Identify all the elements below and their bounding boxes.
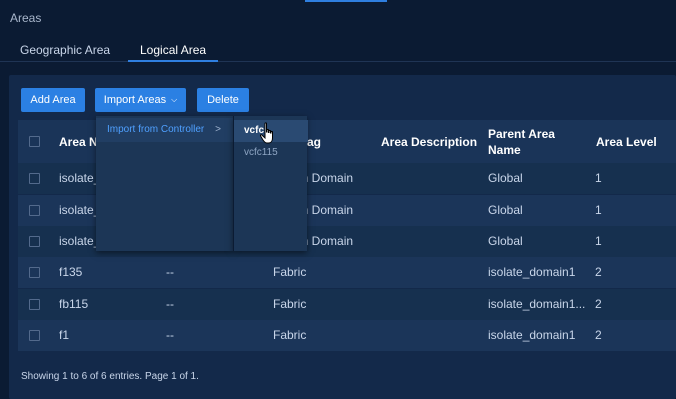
cell-area-tag: Fabric <box>273 265 307 279</box>
table-row[interactable]: f135 -- Fabric isolate_domain1 2 <box>18 257 676 288</box>
add-area-button[interactable]: Add Area <box>21 88 85 112</box>
table-row[interactable]: fb115 -- Fabric isolate_domain1... 2 <box>18 289 676 320</box>
cell-area-name: isolate_ <box>59 171 101 185</box>
pagination-summary: Showing 1 to 6 of 6 entries. Page 1 of 1… <box>21 371 199 382</box>
tab-bar: Geographic Area Logical Area <box>0 36 676 62</box>
cell-parent-area: isolate_domain1 <box>488 328 576 342</box>
cell-area-level: 1 <box>595 203 602 217</box>
cell-parent-area: Global <box>488 203 523 217</box>
header-area-level[interactable]: Area Level <box>596 134 657 150</box>
menu-item-label: Import from Controller <box>107 124 205 135</box>
cell-area-level: 2 <box>595 328 602 342</box>
chevron-down-icon: ⌵ <box>171 95 178 104</box>
row-checkbox[interactable] <box>29 267 40 278</box>
header-parent-line1: Parent Area <box>488 127 555 141</box>
cell-parent-area: Global <box>488 171 523 185</box>
header-parent-line2: Name <box>488 143 521 157</box>
cell-area-name: fb115 <box>59 297 89 311</box>
cell-parent-area: Global <box>488 234 523 248</box>
row-checkbox[interactable] <box>29 173 40 184</box>
menu-item-import-from-controller[interactable]: Import from Controller > <box>96 118 233 142</box>
header-parent-area-name[interactable]: Parent Area Name <box>488 126 555 158</box>
header-area-description[interactable]: Area Description <box>381 134 477 150</box>
header-area-tag[interactable]: ag <box>307 134 321 150</box>
row-checkbox[interactable] <box>29 330 40 341</box>
cell-area-name: isolate_ <box>59 203 101 217</box>
import-areas-dropdown: Import from Controller > <box>96 116 233 251</box>
cell-area-name: isolate_ <box>59 234 101 248</box>
cell-area-description: -- <box>166 265 174 279</box>
tab-geographic-area[interactable]: Geographic Area <box>20 43 110 62</box>
cell-area-level: 1 <box>595 171 602 185</box>
delete-label: Delete <box>207 94 239 106</box>
cell-parent-area: isolate_domain1... <box>488 297 586 311</box>
cell-area-tag: Fabric <box>273 328 307 342</box>
cell-area-name: f1 <box>59 328 70 342</box>
chevron-right-icon: > <box>215 124 221 135</box>
import-areas-button[interactable]: Import Areas ⌵ <box>95 88 186 112</box>
cell-area-name: f135 <box>59 265 83 279</box>
cell-area-level: 1 <box>595 234 602 248</box>
page-title: Areas <box>10 11 42 25</box>
hand-pointer-icon <box>259 122 273 144</box>
cell-parent-area: isolate_domain1 <box>488 265 576 279</box>
row-checkbox[interactable] <box>29 236 40 247</box>
row-checkbox[interactable] <box>29 205 40 216</box>
select-all-checkbox[interactable] <box>29 136 40 147</box>
top-accent-bar <box>305 0 387 2</box>
header-area-name[interactable]: Area N <box>59 134 98 150</box>
table-row[interactable]: f1 -- Fabric isolate_domain1 2 <box>18 320 676 351</box>
tab-logical-area[interactable]: Logical Area <box>128 43 219 62</box>
cell-area-tag: Fabric <box>273 297 307 311</box>
cell-area-level: 2 <box>595 265 602 279</box>
delete-button[interactable]: Delete <box>197 88 249 112</box>
cell-area-description: -- <box>166 297 174 311</box>
cell-area-level: 2 <box>595 297 602 311</box>
import-areas-label: Import Areas <box>103 94 167 106</box>
cell-area-description: -- <box>166 328 174 342</box>
add-area-label: Add Area <box>30 94 76 106</box>
row-checkbox[interactable] <box>29 299 40 310</box>
